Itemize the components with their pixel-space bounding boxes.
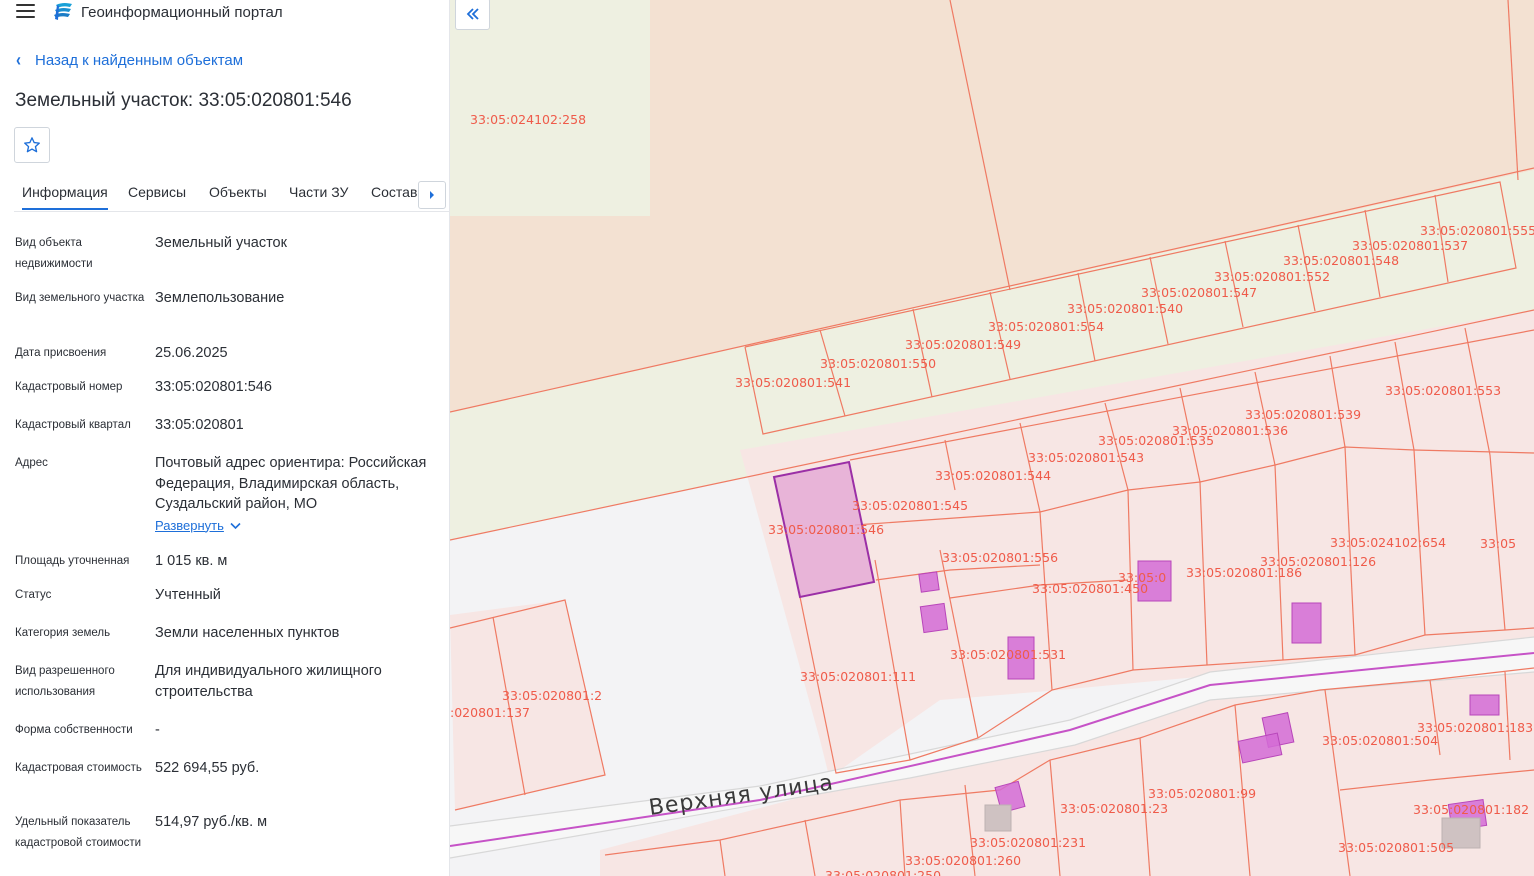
parcel-label: 33:05:020801:539: [1245, 407, 1361, 422]
chevron-left-icon: ‹: [16, 50, 21, 71]
parcel-label: 33:05:020801:2: [502, 688, 602, 703]
prop-label: Дата присвоения: [15, 347, 107, 359]
prop-value: Почтовый адрес ориентира: Российская Фед…: [155, 453, 445, 536]
portal-title: Геоинформационный портал: [81, 3, 283, 21]
prop-value: Для индивидуального жилищного строительс…: [155, 663, 382, 700]
prop-label: Площадь уточненная: [15, 555, 130, 567]
parcel-label-selected: 33:05:020801:546: [768, 522, 884, 537]
parcel-label: 33:05:020801:540: [1067, 301, 1183, 316]
prop-label: Вид объекта недвижимости: [15, 237, 93, 270]
collapse-panel-button[interactable]: [455, 0, 490, 30]
parcel-label: 33:05:020801:111: [800, 669, 916, 684]
parcel-label: 33:05:020801:549: [905, 337, 1021, 352]
parcel-label: 33:05:020801:555: [1420, 223, 1534, 238]
parcel-label: 33:05:020801:547: [1141, 285, 1257, 300]
parcel-label: 33:05:020801:543: [1028, 450, 1144, 465]
parcel-label: 33:05:020801:186: [1186, 565, 1302, 580]
parcel-label: 33:05:020801:541: [735, 375, 851, 390]
prop-value: -: [155, 722, 160, 738]
parcel-label: 33:05:020801:553: [1385, 383, 1501, 398]
parcel-label: 33:05:020801:544: [935, 468, 1051, 483]
expand-address-link[interactable]: Развернуть: [155, 516, 241, 537]
parcel-label: 33:05:0: [1118, 570, 1166, 585]
prop-label: Вид земельного участка: [15, 292, 145, 304]
parcel-label: 33:05:024102:258: [470, 112, 586, 127]
prop-value: 1 015 кв. м: [155, 553, 228, 569]
prop-value: 25.06.2025: [155, 345, 228, 361]
top-bar: Геоинформационный портал: [0, 0, 449, 26]
expand-label: Развернуть: [155, 517, 224, 533]
parcel-label: 33:05:020801:231: [970, 835, 1086, 850]
tab-parts[interactable]: Части ЗУ: [289, 184, 348, 200]
prop-label: Кадастровая стоимость: [15, 762, 142, 774]
prop-label: Форма собственности: [15, 724, 133, 736]
parcel-label: 33:05:020801:183: [1417, 720, 1533, 735]
map-view[interactable]: Верхняя улица 33:05:024102:258 33:05:020…: [450, 0, 1534, 876]
info-panel: Геоинформационный портал ‹ Назад к найде…: [0, 0, 450, 876]
favorite-button[interactable]: [14, 127, 50, 163]
parcel-label: 33:05:020801:552: [1214, 269, 1330, 284]
parcel-label: 33:05:020801:99: [1148, 786, 1256, 801]
prop-value: 33:05:020801: [155, 417, 244, 433]
parcel-label: 33:05:020801:535: [1098, 433, 1214, 448]
parcel-label: 33:05:020801:548: [1283, 253, 1399, 268]
object-title: Земельный участок: 33:05:020801:546: [15, 90, 352, 111]
tab-services[interactable]: Сервисы: [128, 184, 186, 200]
tab-info[interactable]: Информация: [22, 184, 108, 210]
chevron-down-icon: [230, 522, 241, 529]
parcel-label: 33:05:020801:545: [852, 498, 968, 513]
caret-right-icon: [430, 191, 434, 199]
back-to-results-link[interactable]: ‹ Назад к найденным объектам: [16, 50, 244, 71]
prop-label: Кадастровый квартал: [15, 419, 131, 431]
parcel-label: 33:05:020801:23: [1060, 801, 1168, 816]
prop-label: Кадастровый номер: [15, 381, 123, 393]
parcel-label: 33:05:020801:504: [1322, 733, 1438, 748]
tab-bar: Информация Сервисы Объекты Части ЗУ Сост…: [14, 178, 449, 212]
address-text: Почтовый адрес ориентира: Российская Фед…: [155, 455, 427, 512]
prop-value: 522 694,55 руб.: [155, 760, 260, 776]
parcel-label: 33:05: [1480, 536, 1516, 551]
menu-icon[interactable]: [16, 4, 36, 20]
prop-label: Статус: [15, 589, 52, 601]
parcel-label: 33:05:020801:556: [942, 550, 1058, 565]
parcel-label: 33:05:020801:537: [1352, 238, 1468, 253]
prop-label: Категория земель: [15, 627, 111, 639]
prop-value: Земельный участок: [155, 235, 287, 251]
parcel-label: 33:05:020801:250: [825, 868, 941, 876]
cadastral-map: Верхняя улица 33:05:024102:258 33:05:020…: [450, 0, 1534, 876]
prop-label: Удельный показатель кадастровой стоимост…: [15, 816, 142, 849]
parcel-label: 33:05:020801:182: [1413, 802, 1529, 817]
tabs-next-button[interactable]: [418, 181, 446, 209]
tab-composition[interactable]: Состав: [371, 184, 417, 200]
star-icon: [24, 137, 40, 153]
parcel-label: 33:05:020801:531: [950, 647, 1066, 662]
tab-objects[interactable]: Объекты: [209, 184, 267, 200]
parcel-label: 33:05:020801:505: [1338, 840, 1454, 855]
portal-logo-icon: [54, 3, 72, 20]
parcel-label: 33:05:020801:554: [988, 319, 1104, 334]
prop-label: Вид разрешенного использования: [15, 665, 115, 698]
prop-value: Учтенный: [155, 587, 221, 603]
prop-label: Адрес: [15, 457, 48, 469]
parcel-label: 33:05:020801:550: [820, 356, 936, 371]
back-label: Назад к найденным объектам: [35, 52, 244, 69]
prop-value: Землепользование: [155, 290, 285, 306]
parcel-label: :020801:137: [450, 705, 530, 720]
parcel-label: 33:05:024102:654: [1330, 535, 1446, 550]
prop-value: Земли населенных пунктов: [155, 625, 340, 641]
prop-value: 33:05:020801:546: [155, 379, 272, 395]
prop-value: 514,97 руб./кв. м: [155, 814, 268, 830]
double-chevron-left-icon: [466, 8, 479, 20]
parcel-label: 33:05:020801:260: [905, 853, 1021, 868]
